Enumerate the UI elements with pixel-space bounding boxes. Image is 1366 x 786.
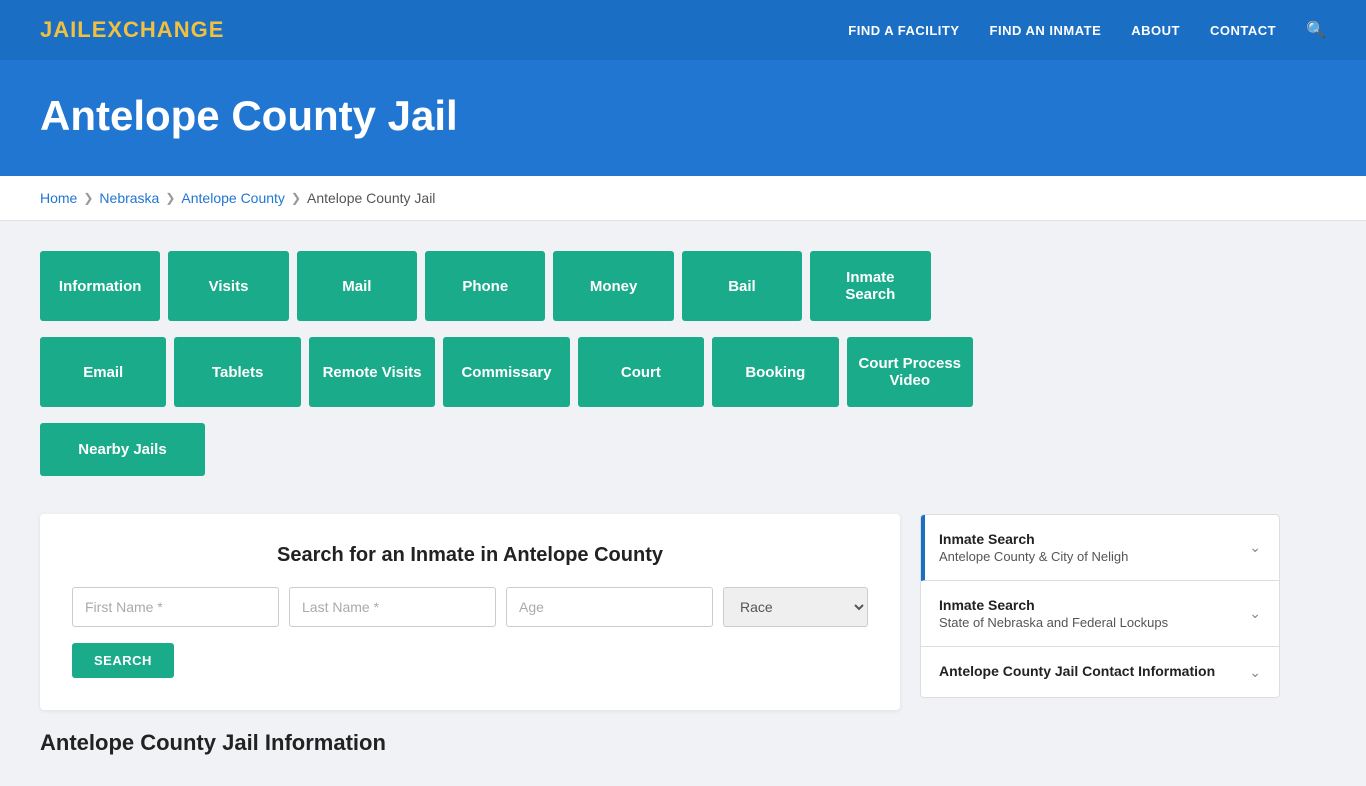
btn-tablets[interactable]: Tablets (174, 337, 300, 407)
btn-bail[interactable]: Bail (682, 251, 802, 321)
race-select[interactable]: Race (723, 587, 868, 627)
breadcrumb-bar: Home ❯ Nebraska ❯ Antelope County ❯ Ante… (0, 176, 1366, 221)
btn-booking[interactable]: Booking (712, 337, 838, 407)
search-icon-button[interactable]: 🔍 (1306, 20, 1326, 40)
inmate-search-box: Search for an Inmate in Antelope County … (40, 514, 900, 710)
sidebar-card-contact-info[interactable]: Antelope County Jail Contact Information… (921, 647, 1279, 697)
chevron-icon-2: ⌄ (1249, 605, 1261, 622)
breadcrumb-sep-2: ❯ (165, 191, 175, 205)
navigation-button-grid: Information Visits Mail Phone Money Bail… (40, 251, 1140, 484)
breadcrumb: Home ❯ Nebraska ❯ Antelope County ❯ Ante… (40, 190, 1326, 206)
breadcrumb-nebraska[interactable]: Nebraska (99, 190, 159, 206)
search-fields: Race (72, 587, 868, 627)
logo[interactable]: JAILEXCHANGE (40, 17, 224, 43)
sidebar-card-inmate-search-county[interactable]: Inmate Search Antelope County & City of … (921, 515, 1279, 581)
page-title: Antelope County Jail (40, 92, 1326, 140)
first-name-input[interactable] (72, 587, 279, 627)
hero-banner: Antelope County Jail (0, 60, 1366, 176)
sidebar-card-text-3: Antelope County Jail Contact Information (939, 663, 1215, 681)
nav-about[interactable]: ABOUT (1131, 23, 1180, 38)
btn-remote-visits[interactable]: Remote Visits (309, 337, 435, 407)
sidebar-card-text-2: Inmate Search State of Nebraska and Fede… (939, 597, 1168, 630)
lower-section: Search for an Inmate in Antelope County … (40, 514, 1326, 710)
main-content: Information Visits Mail Phone Money Bail… (0, 221, 1366, 786)
chevron-icon-3: ⌄ (1249, 664, 1261, 681)
sidebar-card-text-1: Inmate Search Antelope County & City of … (939, 531, 1128, 564)
btn-nearby-jails[interactable]: Nearby Jails (40, 423, 205, 476)
age-input[interactable] (506, 587, 713, 627)
btn-court-process-video[interactable]: Court Process Video (847, 337, 973, 407)
breadcrumb-antelope-county[interactable]: Antelope County (181, 190, 285, 206)
btn-email[interactable]: Email (40, 337, 166, 407)
card-sub-1: Antelope County & City of Neligh (939, 549, 1128, 564)
last-name-input[interactable] (289, 587, 496, 627)
card-title-3: Antelope County Jail Contact Information (939, 663, 1215, 679)
breadcrumb-sep-3: ❯ (291, 191, 301, 205)
grid-row-2: Email Tablets Remote Visits Commissary C… (40, 337, 973, 407)
card-sub-2: State of Nebraska and Federal Lockups (939, 615, 1168, 630)
nav-find-facility[interactable]: FIND A FACILITY (848, 23, 959, 38)
chevron-icon-1: ⌄ (1249, 539, 1261, 556)
logo-exchange: EXCHANGE (92, 17, 225, 42)
grid-row-3: Nearby Jails (40, 423, 205, 476)
breadcrumb-sep-1: ❯ (83, 191, 93, 205)
breadcrumb-home[interactable]: Home (40, 190, 77, 206)
nav-contact[interactable]: CONTACT (1210, 23, 1276, 38)
header: JAILEXCHANGE FIND A FACILITY FIND AN INM… (0, 0, 1366, 60)
search-button[interactable]: SEARCH (72, 643, 174, 678)
nav-find-inmate[interactable]: FIND AN INMATE (990, 23, 1102, 38)
btn-visits[interactable]: Visits (168, 251, 288, 321)
sidebar-card-inmate-search-state[interactable]: Inmate Search State of Nebraska and Fede… (921, 581, 1279, 647)
main-nav: FIND A FACILITY FIND AN INMATE ABOUT CON… (848, 20, 1326, 40)
btn-phone[interactable]: Phone (425, 251, 545, 321)
btn-money[interactable]: Money (553, 251, 673, 321)
section-title-info: Antelope County Jail Information (40, 730, 1326, 756)
card-title-1: Inmate Search (939, 531, 1128, 547)
breadcrumb-current: Antelope County Jail (307, 190, 435, 206)
sidebar-cards: Inmate Search Antelope County & City of … (920, 514, 1280, 698)
btn-court[interactable]: Court (578, 337, 704, 407)
btn-commissary[interactable]: Commissary (443, 337, 569, 407)
btn-mail[interactable]: Mail (297, 251, 417, 321)
logo-jail: JAIL (40, 17, 92, 42)
search-title: Search for an Inmate in Antelope County (72, 544, 868, 567)
card-title-2: Inmate Search (939, 597, 1168, 613)
btn-information[interactable]: Information (40, 251, 160, 321)
btn-inmate-search[interactable]: Inmate Search (810, 251, 930, 321)
grid-row-1: Information Visits Mail Phone Money Bail… (40, 251, 931, 321)
